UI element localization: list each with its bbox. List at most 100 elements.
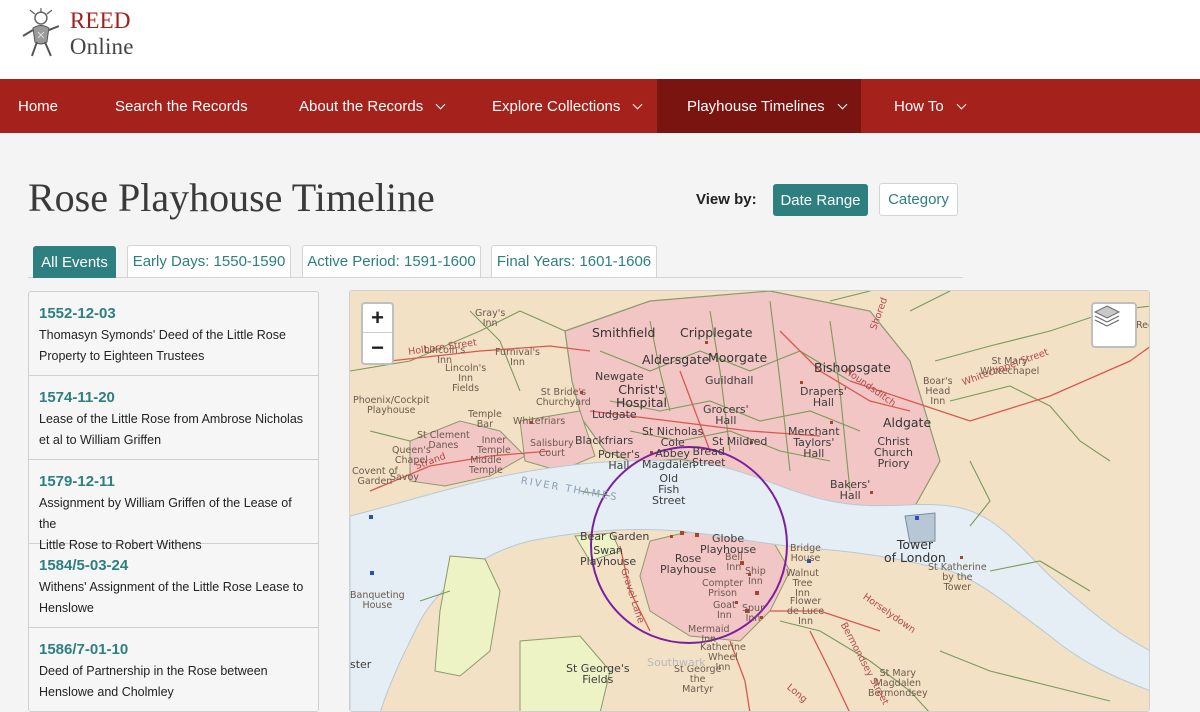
map-label-boars-head-inn: Boar's Head Inn [923,376,953,407]
page-title: Rose Playhouse Timeline [28,175,435,220]
map-label-magdalen: Magdalen [642,458,696,471]
map-label-tower-of-london: Tower of London [884,537,946,565]
event-date: 1586/7-01-10 [39,641,129,658]
tab-final-years[interactable]: Final Years: 1601-1606 [491,245,657,278]
map-label-phoenix-playhouse: Phoenix/Cockpit Playhouse [353,395,430,416]
zoom-out-button[interactable]: − [363,333,392,362]
map-label-bridge-house: Bridge House [790,543,821,564]
view-by-category-button[interactable]: Category [879,183,958,216]
event-description-line: Lease of the Little Rose from Ambrose Ni… [39,412,304,426]
zoom-control: + − [361,302,394,365]
event-description-line: Assignment by William Griffen of the Lea… [39,496,292,531]
map-label-st-katherine: St Katherine by the Tower [928,562,987,593]
map-label-bear-garden: Bear Garden [580,530,650,543]
map-label-aldersgate: Aldersgate [642,352,710,367]
period-tabs: All Events Early Days: 1550-1590 Active … [28,245,963,278]
map-label-goat-inn: Goat Inn [713,600,736,621]
historic-london-map[interactable]: Smithfield Cripplegate Aldersgate Moorga… [349,290,1150,712]
chevron-down-icon [632,99,643,109]
map-label-whitefriars: Whitefriars [513,416,566,427]
zoom-in-button[interactable]: + [363,304,392,333]
map-label-lincolns-inn-fields: Lincoln's Inn Fields [445,363,487,394]
nav-item-label: Search the Records [115,97,248,115]
event-date: 1552-12-03 [39,305,116,322]
map-label-lambeth-partial: ster [350,658,372,671]
nav-item-how-to[interactable]: How To [861,79,981,133]
event-description: Lease of the Little Rose from Ambrose Ni… [39,409,308,451]
nav-item-label: About the Records [299,97,424,115]
event-description-line: Henslowe [39,601,94,615]
map-label-bakers-hall: Bakers' Hall [830,478,871,502]
tab-all-events[interactable]: All Events [33,246,116,278]
map-label-moorgate: Moorgate [708,350,768,365]
event-description-line: Thomasyn Symonds' Deed of the Little Ros… [39,328,286,342]
list-item[interactable]: 1586/7-01-10 Deed of Partnership in the … [29,628,318,711]
map-label-newgate: Newgate [595,370,644,383]
blue-marker [369,515,373,519]
map-label-porters-hall: Porter's Hall [598,448,640,472]
layers-icon [1093,305,1121,327]
logo-text: REED Online [70,8,200,60]
nav-item-home[interactable]: Home [0,79,87,133]
map-label-middle-temple: Middle Temple [469,455,503,476]
map-label-spur-inn: Spur Inn [742,603,764,624]
nav-item-label: How To [894,97,944,115]
event-description-line: Deed of Partnership in the Rose between [39,664,268,678]
map-label-grays-inn: Gray's Inn [475,308,506,329]
event-date: 1574-11-20 [39,389,115,406]
list-item[interactable]: 1574-11-20 Lease of the Little Rose from… [29,376,318,460]
event-date: 1579-12-11 [39,473,115,490]
chevron-down-icon [435,99,446,109]
event-date: 1584/5-03-24 [39,557,129,574]
site-header: REED Online [0,0,1200,79]
tab-early-days[interactable]: Early Days: 1550-1590 [127,245,291,278]
jester-logo-icon [22,8,60,57]
tab-active-period[interactable]: Active Period: 1591-1600 [302,245,481,278]
map-label-merchant-taylors: Merchant Taylors' Hall [788,425,840,460]
map-label-grocers-hall: Grocers' Hall [703,403,749,427]
map-label-ludgate: Ludgate [592,408,637,421]
event-description: Withens' Assignment of the Little Rose L… [39,577,308,619]
event-description-line: Little Rose to Robert Withens [39,538,202,552]
map-label-bread-street: Bread Street [692,445,726,469]
events-list[interactable]: 1552-12-03 Thomasyn Symonds' Deed of the… [28,291,319,712]
logo-brand: REED [69,8,131,33]
map-label-drapers-hall: Drapers' Hall [800,385,847,409]
event-description-line: et al to William Griffen [39,433,162,447]
map-label-compter-prison: Compter Prison [702,578,744,599]
blue-marker [915,516,919,520]
nav-item-explore-collections[interactable]: Explore Collections [463,79,657,133]
map-label-temple-bar: Temple Bar [468,409,502,430]
chevron-down-icon [837,99,848,109]
map-label-bell-inn: Bell Inn [725,552,743,573]
nav-item-label: Explore Collections [492,97,621,115]
site-logo[interactable]: REED Online [18,8,200,60]
list-item[interactable]: 1584/5-03-24 Withens' Assignment of the … [29,544,318,628]
nav-item-label: Home [18,97,59,115]
map-label-inner-temple: Inner Temple [477,435,511,456]
map-label-christs-hospital: Christ's Hospital [616,382,668,410]
layers-button[interactable] [1091,302,1137,348]
nav-item-playhouse-timelines[interactable]: Playhouse Timelines [657,79,861,133]
map-label-smithfield: Smithfield [592,325,656,340]
map-label-st-brides: St Bride's Churchyard [536,387,591,408]
view-by-date-range-button[interactable]: Date Range [773,184,868,216]
event-description: Deed of Partnership in the Rose between H… [39,661,308,703]
map-label-swan-playhouse: Swan Playhouse [580,544,637,568]
map-label-st-georges-fields: St George's Fields [566,662,630,686]
nav-item-search-the-records[interactable]: Search the Records [87,79,270,133]
map-label-walnut-tree-inn: Walnut Tree Inn [786,568,820,599]
list-item[interactable]: 1552-12-03 Thomasyn Symonds' Deed of the… [29,292,318,376]
map-label-guildhall: Guildhall [705,374,754,387]
map-label-blackfriars: Blackfriars [575,434,634,447]
map-label-salisbury-court: Salisbury Court [530,438,574,459]
list-item[interactable]: 1579-12-11 Assignment by William Griffen… [29,460,318,552]
map-label-banqueting-house: Banqueting House [350,590,405,611]
nav-item-about-the-records[interactable]: About the Records [270,79,463,133]
event-description-line: Property to Eighteen Trustees [39,349,205,363]
map-label-aldgate: Aldgate [883,415,932,430]
nav-item-label: Playhouse Timelines [687,97,825,115]
map-label-flower-de-luce-inn: Flower de Luce Inn [787,596,825,627]
map-label-st-george-martyr: St George the Martyr [674,664,722,695]
map-label-rose-playhouse: Rose Playhouse [660,552,717,576]
